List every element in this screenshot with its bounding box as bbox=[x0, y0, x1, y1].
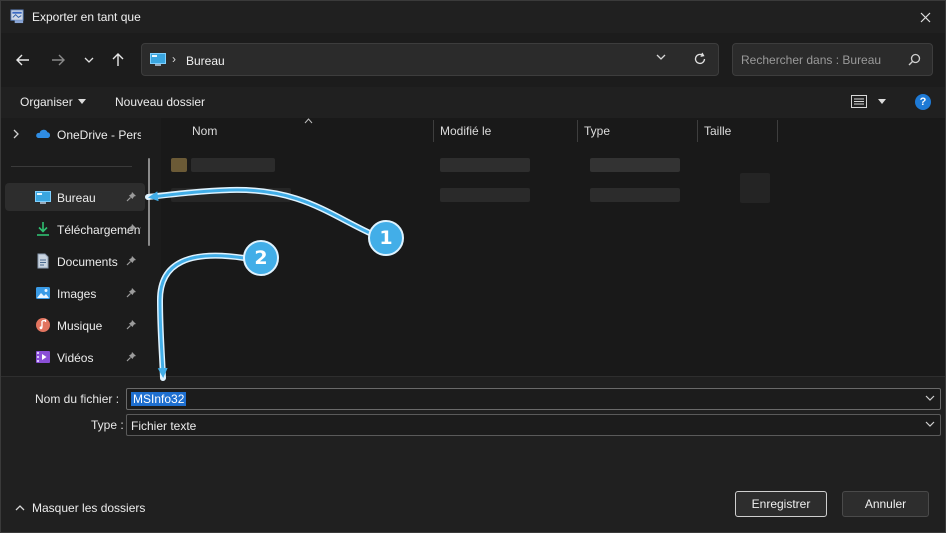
close-icon bbox=[920, 12, 930, 22]
file-list: Nom Modifié le Type Taille bbox=[161, 118, 945, 376]
help-button[interactable]: ? bbox=[915, 94, 931, 110]
pin-icon bbox=[126, 224, 136, 234]
column-header-modified[interactable]: Modifié le bbox=[440, 124, 491, 138]
search-icon bbox=[908, 53, 921, 66]
hide-folders-toggle[interactable]: Masquer les dossiers bbox=[15, 501, 145, 515]
filename-field[interactable]: MSInfo32 bbox=[126, 388, 941, 410]
redacted-cell bbox=[740, 173, 770, 203]
download-icon bbox=[37, 222, 49, 236]
breadcrumb-location[interactable]: Bureau bbox=[186, 54, 225, 68]
desktop-icon bbox=[150, 53, 166, 66]
sidebar-item-telechargements[interactable]: Téléchargements bbox=[5, 215, 145, 243]
column-header-name[interactable]: Nom bbox=[192, 124, 217, 138]
forward-button[interactable] bbox=[48, 50, 68, 70]
export-dialog: Exporter en tant que › Bureau Rechercher… bbox=[0, 0, 946, 533]
app-icon bbox=[10, 9, 24, 24]
caret-down-icon bbox=[77, 99, 86, 104]
hide-folders-label: Masquer les dossiers bbox=[32, 501, 146, 515]
column-divider[interactable] bbox=[433, 120, 434, 142]
caret-down-icon bbox=[878, 99, 887, 104]
pin-icon bbox=[126, 256, 136, 266]
cancel-button[interactable]: Annuler bbox=[842, 491, 929, 517]
chevron-down-icon[interactable] bbox=[925, 421, 935, 428]
redacted-cell bbox=[191, 158, 275, 172]
arrow-up-icon bbox=[112, 53, 124, 66]
organize-label: Organiser bbox=[20, 95, 73, 109]
cloud-icon bbox=[36, 129, 51, 138]
save-options-panel: Nom du fichier : MSInfo32 Type : Fichier… bbox=[1, 376, 945, 532]
annotation-badge-2: 2 bbox=[243, 240, 279, 276]
column-divider[interactable] bbox=[697, 120, 698, 142]
column-header-size[interactable]: Taille bbox=[704, 124, 731, 138]
sidebar-item-onedrive[interactable]: OneDrive - Personnel bbox=[5, 120, 145, 148]
type-label: Type : bbox=[91, 418, 124, 432]
desktop-icon bbox=[35, 191, 51, 204]
sidebar-scrollbar[interactable] bbox=[148, 158, 150, 246]
chevron-down-icon[interactable] bbox=[925, 395, 935, 402]
list-view-icon bbox=[851, 95, 867, 108]
sidebar-divider bbox=[11, 166, 132, 167]
breadcrumb-separator: › bbox=[172, 52, 176, 66]
sidebar-item-musique[interactable]: Musique bbox=[5, 311, 145, 339]
arrow-left-icon bbox=[16, 54, 29, 66]
refresh-icon[interactable] bbox=[693, 52, 707, 66]
document-icon bbox=[37, 253, 49, 269]
up-button[interactable] bbox=[108, 50, 128, 70]
navigation-bar: › Bureau bbox=[1, 33, 945, 87]
redacted-cell bbox=[171, 188, 291, 202]
column-divider[interactable] bbox=[777, 120, 778, 142]
chevron-up-icon bbox=[15, 505, 25, 511]
type-value: Fichier texte bbox=[131, 419, 197, 433]
column-header-type[interactable]: Type bbox=[584, 124, 610, 138]
view-options-button[interactable] bbox=[851, 95, 887, 111]
close-button[interactable] bbox=[905, 1, 945, 33]
pin-icon bbox=[126, 192, 136, 202]
filename-label: Nom du fichier : bbox=[35, 392, 120, 406]
navigation-pane: OneDrive - Personnel Bureau Téléchargeme… bbox=[1, 118, 161, 376]
recent-locations-button[interactable] bbox=[79, 50, 99, 70]
music-icon bbox=[36, 318, 50, 332]
sidebar-item-images[interactable]: Images bbox=[5, 279, 145, 307]
image-icon bbox=[36, 287, 50, 299]
sidebar-item-label: OneDrive - Personnel bbox=[57, 128, 141, 142]
pin-icon bbox=[126, 320, 136, 330]
redacted-cell bbox=[440, 188, 530, 202]
address-bar[interactable]: › Bureau bbox=[141, 43, 719, 76]
organize-button[interactable]: Organiser bbox=[20, 95, 86, 109]
search-input[interactable] bbox=[741, 52, 901, 68]
sort-ascending-icon bbox=[304, 118, 313, 124]
pin-icon bbox=[126, 288, 136, 298]
annotation-badge-1: 1 bbox=[368, 220, 404, 256]
redacted-cell bbox=[590, 158, 680, 172]
type-select[interactable]: Fichier texte bbox=[126, 414, 941, 436]
redacted-cell bbox=[590, 188, 680, 202]
save-button[interactable]: Enregistrer bbox=[735, 491, 827, 517]
search-box[interactable] bbox=[732, 43, 933, 76]
chevron-down-icon[interactable] bbox=[656, 54, 666, 61]
arrow-right-icon bbox=[52, 54, 65, 66]
sidebar-item-documents[interactable]: Documents bbox=[5, 247, 145, 275]
column-divider[interactable] bbox=[577, 120, 578, 142]
chevron-down-icon bbox=[84, 57, 94, 63]
redacted-cell bbox=[440, 158, 530, 172]
sidebar-item-videos[interactable]: Vidéos bbox=[5, 343, 145, 371]
sidebar-item-bureau[interactable]: Bureau bbox=[5, 183, 145, 211]
new-folder-button[interactable]: Nouveau dossier bbox=[115, 95, 205, 109]
title-bar: Exporter en tant que bbox=[1, 1, 945, 33]
video-icon bbox=[36, 351, 50, 363]
filename-value: MSInfo32 bbox=[131, 392, 187, 406]
chevron-right-icon[interactable] bbox=[13, 129, 19, 139]
back-button[interactable] bbox=[13, 50, 33, 70]
file-icon bbox=[171, 158, 187, 172]
pin-icon bbox=[126, 352, 136, 362]
window-title: Exporter en tant que bbox=[32, 10, 141, 24]
command-bar: Organiser Nouveau dossier ? bbox=[1, 87, 945, 118]
